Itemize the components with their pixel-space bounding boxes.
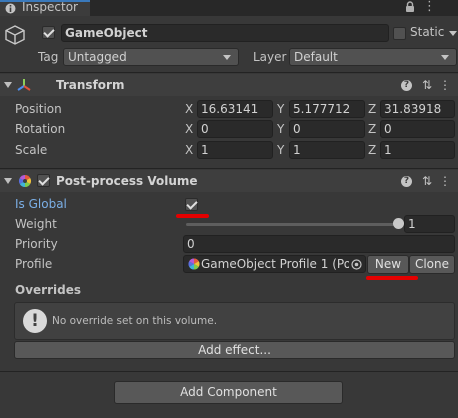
lock-icon[interactable] xyxy=(405,1,415,13)
divider xyxy=(0,72,458,73)
chevron-down-icon xyxy=(441,55,449,60)
gameobject-name-field[interactable]: GameObject xyxy=(61,24,389,42)
info-icon: ! xyxy=(23,309,47,333)
divider xyxy=(0,168,458,169)
position-z-field[interactable]: 31.83918 xyxy=(380,100,455,118)
rotation-z-field[interactable]: 0 xyxy=(380,120,455,138)
profile-label: Profile xyxy=(15,257,53,271)
post-process-icon xyxy=(18,175,32,187)
static-dropdown-arrow-icon[interactable] xyxy=(449,31,457,36)
post-process-title: Post-process Volume xyxy=(56,174,198,188)
profile-value: GameObject Profile 1 (Post xyxy=(201,257,349,271)
scale-y-field[interactable]: 1 xyxy=(289,141,365,159)
overrides-info-text: No override set on this volume. xyxy=(52,315,218,327)
y-axis-label[interactable]: Y xyxy=(277,143,284,157)
z-axis-label[interactable]: Z xyxy=(368,143,376,157)
new-profile-button[interactable]: New xyxy=(367,255,409,274)
foldout-arrow-icon[interactable] xyxy=(4,82,12,88)
z-axis-label[interactable]: Z xyxy=(368,122,376,136)
position-label: Position xyxy=(15,102,62,116)
annotation-underline xyxy=(366,276,418,280)
gameobject-active-checkbox[interactable] xyxy=(42,26,55,39)
add-component-button[interactable]: Add Component xyxy=(114,381,343,404)
inspector-tab[interactable]: Inspector xyxy=(0,0,90,16)
scale-label: Scale xyxy=(15,143,48,157)
post-process-enabled-checkbox[interactable] xyxy=(37,174,50,187)
transform-title: Transform xyxy=(56,78,125,92)
object-picker-icon[interactable] xyxy=(351,259,362,270)
component-menu-icon[interactable]: ⋮ xyxy=(438,78,452,92)
layer-dropdown[interactable]: Default xyxy=(289,48,457,66)
tab-title: Inspector xyxy=(22,0,78,14)
z-axis-label[interactable]: Z xyxy=(368,102,376,116)
is-global-label: Is Global xyxy=(15,197,67,211)
annotation-underline xyxy=(176,214,209,218)
post-process-header[interactable]: Post-process Volume ? ⇅ ⋮ xyxy=(0,170,458,192)
layer-label: Layer xyxy=(253,50,287,64)
presets-icon[interactable]: ⇅ xyxy=(420,78,434,92)
profile-object-field[interactable]: GameObject Profile 1 (Post xyxy=(183,255,366,273)
scale-x-field[interactable]: 1 xyxy=(197,141,273,159)
priority-label: Priority xyxy=(15,237,58,251)
transform-header[interactable]: Transform ? ⇅ ⋮ xyxy=(0,74,458,96)
tag-dropdown[interactable]: Untagged xyxy=(63,48,239,66)
help-icon[interactable]: ? xyxy=(401,176,412,187)
overrides-label: Overrides xyxy=(15,283,81,297)
component-menu-icon[interactable]: ⋮ xyxy=(438,174,452,188)
static-checkbox[interactable] xyxy=(393,27,406,40)
y-axis-label[interactable]: Y xyxy=(277,102,284,116)
static-label: Static xyxy=(410,25,445,39)
add-effect-button[interactable]: Add effect... xyxy=(14,341,455,359)
position-x-field[interactable]: 16.63141 xyxy=(197,100,273,118)
transform-axes-icon xyxy=(17,79,31,91)
rotation-y-field[interactable]: 0 xyxy=(289,120,365,138)
rotation-label: Rotation xyxy=(15,122,66,136)
weight-slider-handle[interactable] xyxy=(392,218,404,229)
divider xyxy=(0,371,458,372)
position-y-field[interactable]: 5.177712 xyxy=(289,100,365,118)
x-axis-label[interactable]: X xyxy=(185,143,193,157)
help-icon[interactable]: ? xyxy=(401,80,412,91)
clone-profile-button[interactable]: Clone xyxy=(409,255,455,274)
chevron-down-icon xyxy=(223,55,231,60)
x-axis-label[interactable]: X xyxy=(185,102,193,116)
y-axis-label[interactable]: Y xyxy=(277,122,284,136)
priority-field[interactable]: 0 xyxy=(183,235,455,253)
info-icon xyxy=(5,3,16,14)
rotation-x-field[interactable]: 0 xyxy=(197,120,273,138)
window-menu-icon[interactable]: ⋮ xyxy=(423,0,443,14)
post-process-profile-icon xyxy=(188,258,200,270)
x-axis-label[interactable]: X xyxy=(185,122,193,136)
tag-value: Untagged xyxy=(68,50,127,64)
is-global-checkbox[interactable] xyxy=(185,198,198,211)
weight-field[interactable]: 1 xyxy=(404,215,455,233)
layer-value: Default xyxy=(294,50,338,64)
overrides-info-box: ! No override set on this volume. xyxy=(14,302,455,340)
tag-label: Tag xyxy=(38,50,59,64)
gameobject-cube-icon xyxy=(5,25,25,45)
weight-slider-track[interactable] xyxy=(186,223,398,226)
weight-label: Weight xyxy=(15,217,57,231)
scale-z-field[interactable]: 1 xyxy=(380,141,455,159)
foldout-arrow-icon[interactable] xyxy=(4,178,12,184)
presets-icon[interactable]: ⇅ xyxy=(420,174,434,188)
